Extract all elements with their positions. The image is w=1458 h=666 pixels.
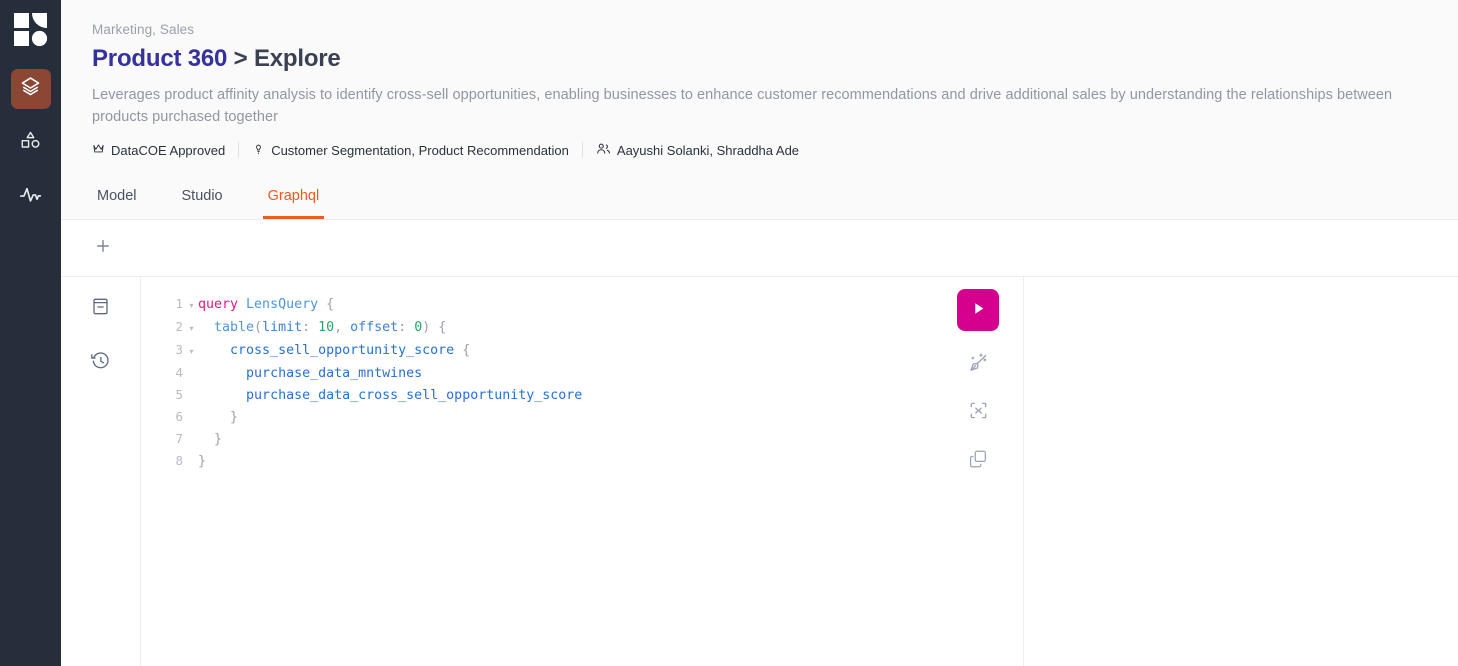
shapes-icon (19, 129, 42, 157)
left-nav-rail (0, 0, 61, 666)
users-icon (596, 142, 611, 158)
query-result-panel[interactable] (1023, 277, 1458, 666)
section-tabs: Model Studio Graphql (92, 180, 1428, 219)
approval-label: DataCOE Approved (111, 142, 226, 158)
query-tab-bar (61, 220, 1458, 277)
crown-icon (92, 142, 105, 158)
graphql-editor[interactable]: 1 ▾ query LensQuery {2 ▾ table(limit: 10, o… (140, 277, 1023, 666)
collapse-brackets-icon (967, 399, 990, 427)
code-text: purchase_data_mntwines (246, 366, 423, 381)
plus-icon (94, 237, 112, 260)
prettify-button[interactable] (964, 351, 992, 379)
breadcrumb-categories: Marketing, Sales (92, 22, 195, 37)
approval-badge[interactable]: DataCOE Approved (92, 142, 225, 158)
code-line: 6 } (141, 406, 933, 428)
code-text: } (198, 432, 223, 447)
play-icon (970, 300, 987, 320)
code-text: cross_sell_opportunity_score { (230, 343, 471, 358)
editor-action-column (933, 277, 1023, 666)
copy-query-button[interactable] (964, 447, 992, 475)
sidebar-item-activity[interactable] (11, 177, 51, 217)
graphql-workspace: 1 ▾ query LensQuery {2 ▾ table(limit: 10, o… (61, 277, 1458, 666)
page-title-section: Explore (253, 45, 341, 72)
page-title-product: Product 360 (92, 45, 228, 72)
code-line: 8} (141, 450, 933, 472)
line-number: 6 (175, 409, 183, 424)
fold-toggle-icon[interactable]: ▾ (185, 318, 198, 339)
usecase-tags[interactable]: Customer Segmentation, Product Recommend… (252, 142, 569, 158)
line-number: 8 (175, 453, 183, 468)
fold-toggle-icon[interactable]: ▾ (185, 295, 198, 316)
code-line: 2 ▾ table(limit: 10, offset: 0) { (141, 316, 933, 339)
line-number: 2 (175, 319, 183, 334)
line-number: 4 (175, 365, 183, 380)
metadata-divider-2 (581, 142, 583, 158)
app-shell: Marketing, Sales Product 360 > Explore L… (0, 0, 1458, 666)
lightbulb-icon (252, 142, 265, 158)
line-number: 1 (175, 296, 183, 311)
code-text: table(limit: 10, offset: 0) { (214, 320, 447, 335)
clock-history-icon (90, 350, 111, 376)
run-query-button[interactable] (957, 289, 999, 331)
docs-button[interactable] (87, 295, 115, 323)
book-docs-icon (90, 296, 111, 322)
editor-content[interactable]: 1 ▾ query LensQuery {2 ▾ table(limit: 10, o… (141, 277, 933, 666)
sidebar-item-shapes[interactable] (11, 123, 51, 163)
copy-icon (967, 448, 989, 475)
tab-studio[interactable]: Studio (177, 187, 228, 219)
line-number: 7 (175, 431, 183, 446)
page-description: Leverages product affinity analysis to i… (92, 87, 1393, 125)
history-button[interactable] (87, 349, 115, 377)
main-column: Marketing, Sales Product 360 > Explore L… (61, 0, 1458, 666)
code-text: } (198, 410, 239, 425)
owners-label: Aayushi Solanki, Shraddha Ade (616, 142, 800, 158)
code-text: purchase_data_cross_sell_opportunity_sco… (246, 388, 583, 403)
tab-graphql[interactable]: Graphql (262, 187, 325, 219)
sidebar-item-lens[interactable] (10, 69, 51, 109)
fold-toggle-icon[interactable]: ▾ (185, 341, 198, 362)
code-line: 5 purchase_data_cross_sell_opportunity_s… (141, 384, 933, 406)
code-line: 1 ▾ query LensQuery { (141, 293, 933, 316)
lens-logo (11, 9, 51, 49)
page-title-separator: > (227, 45, 254, 72)
line-number: 3 (175, 342, 183, 357)
code-line: 4 purchase_data_mntwines (141, 362, 933, 384)
code-text: } (198, 454, 207, 469)
activity-pulse-icon (18, 182, 43, 212)
code-line: 7 } (141, 428, 933, 450)
add-query-tab-button[interactable] (92, 237, 114, 259)
merge-fragments-button[interactable] (964, 399, 992, 427)
layers-icon (19, 75, 42, 103)
code-lines: 1 ▾ query LensQuery {2 ▾ table(limit: 10, o… (141, 293, 933, 472)
owners[interactable]: Aayushi Solanki, Shraddha Ade (596, 142, 799, 158)
line-number: 5 (175, 387, 183, 402)
tab-model[interactable]: Model (92, 187, 142, 219)
metadata-row: DataCOE Approved Customer Segmentation, … (92, 140, 1428, 160)
page-title: Product 360 > Explore (92, 44, 1428, 74)
usecase-label: Customer Segmentation, Product Recommend… (271, 142, 569, 158)
code-text: query LensQuery { (198, 297, 335, 312)
editor-tool-column (61, 277, 140, 666)
page-header: Marketing, Sales Product 360 > Explore L… (61, 0, 1458, 220)
metadata-divider-1 (238, 142, 240, 158)
magic-broom-icon (967, 351, 990, 379)
code-line: 3 ▾ cross_sell_opportunity_score { (141, 339, 933, 362)
